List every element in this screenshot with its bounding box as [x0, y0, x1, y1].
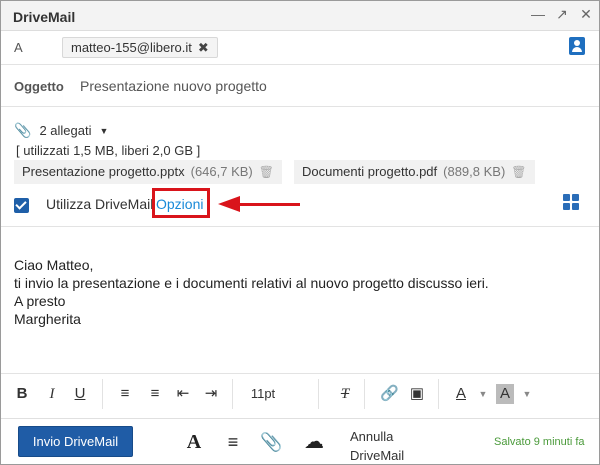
trash-icon[interactable]: 🗑 — [259, 160, 274, 184]
options-link[interactable]: Opzioni — [156, 196, 203, 212]
cancel-drivemail-button[interactable]: Annulla DriveMail — [350, 427, 404, 465]
indent-icon[interactable]: ⇥ — [202, 384, 220, 404]
outdent-icon[interactable]: ⇤ — [174, 384, 192, 404]
bullet-list-icon[interactable]: ≡ — [116, 384, 134, 404]
attachment-item[interactable]: Presentazione progetto.pptx (646,7 KB) 🗑 — [14, 160, 282, 184]
text-color-icon[interactable]: A — [452, 384, 470, 404]
subject-label: Oggetto — [14, 79, 64, 94]
toolbar-separator — [102, 379, 103, 409]
recipient-address: matteo-155@libero.it — [71, 40, 192, 55]
message-line: Ciao Matteo, — [14, 257, 94, 273]
toolbar-separator — [438, 379, 439, 409]
bold-icon[interactable]: B — [14, 384, 30, 404]
toolbar-separator — [318, 379, 319, 409]
window-title: DriveMail — [13, 9, 76, 25]
underline-icon[interactable]: U — [72, 384, 88, 404]
use-drivemail-checkbox[interactable] — [14, 198, 29, 213]
divider — [1, 373, 599, 374]
attachment-item[interactable]: Documenti progetto.pdf (889,8 KB) 🗑 — [294, 160, 535, 184]
expand-icon[interactable]: ↗ — [552, 4, 572, 24]
attachment-size: (646,7 KB) — [190, 164, 253, 179]
close-icon[interactable]: ✕ — [576, 4, 596, 24]
clear-format-icon[interactable]: T — [336, 384, 354, 404]
font-size-select[interactable]: 11pt — [246, 384, 280, 404]
message-body[interactable]: Ciao Matteo, ti invio la presentazione e… — [14, 256, 489, 328]
image-icon[interactable]: ▣ — [408, 384, 426, 404]
cloud-icon[interactable]: ☁ — [300, 430, 328, 454]
storage-quota: [ utilizzati 1,5 MB, liberi 2,0 GB ] — [16, 143, 201, 158]
send-drivemail-button[interactable]: Invio DriveMail — [18, 426, 133, 457]
toolbar-separator — [232, 379, 233, 409]
text-format-icon[interactable]: A — [182, 430, 206, 454]
attachment-size: (889,8 KB) — [443, 164, 506, 179]
divider — [1, 226, 599, 227]
divider — [1, 106, 599, 107]
attachments-summary: 2 allegati — [39, 123, 92, 138]
message-line: Margherita — [14, 311, 81, 327]
remove-recipient-icon[interactable]: ✖ — [198, 38, 209, 57]
toolbar-separator — [364, 379, 365, 409]
trash-icon[interactable]: 🗑 — [511, 160, 526, 184]
menu-icon[interactable]: ≡ — [222, 430, 244, 454]
minimize-icon[interactable]: — — [528, 4, 548, 24]
divider — [1, 64, 599, 65]
numbered-list-icon[interactable]: ≡ — [146, 384, 164, 404]
message-line: A presto — [14, 293, 66, 309]
use-drivemail-label: Utilizza DriveMail — [46, 196, 154, 212]
italic-icon[interactable]: I — [44, 384, 60, 404]
annotation-arrow-head — [218, 196, 240, 212]
title-bar: DriveMail — [1, 1, 599, 31]
caret-down-icon[interactable]: ▼ — [478, 384, 488, 404]
caret-down-icon: ▼ — [99, 125, 109, 136]
paperclip-icon: 📎 — [14, 122, 32, 138]
apps-grid-icon[interactable] — [563, 194, 579, 210]
attachment-name: Documenti progetto.pdf — [302, 164, 438, 179]
saved-status: Salvato 9 minuti fa — [494, 436, 585, 448]
recipient-chip[interactable]: matteo-155@libero.it ✖ — [62, 37, 218, 58]
link-icon[interactable]: 🔗 — [380, 384, 399, 404]
cancel-label: DriveMail — [350, 448, 405, 463]
to-label: A — [14, 40, 23, 55]
annotation-arrow-shaft — [238, 203, 300, 206]
attachments-toggle[interactable]: 📎 2 allegati ▼ — [14, 122, 108, 139]
highlight-color-icon[interactable]: A — [496, 384, 514, 404]
caret-down-icon[interactable]: ▼ — [522, 384, 532, 404]
attachment-name: Presentazione progetto.pptx — [22, 164, 185, 179]
message-line: ti invio la presentazione e i documenti … — [14, 275, 489, 291]
subject-input[interactable]: Presentazione nuovo progetto — [80, 78, 267, 94]
cancel-label: Annulla — [350, 429, 394, 444]
attach-icon[interactable]: 📎 — [260, 430, 282, 454]
address-book-icon[interactable] — [569, 37, 585, 55]
